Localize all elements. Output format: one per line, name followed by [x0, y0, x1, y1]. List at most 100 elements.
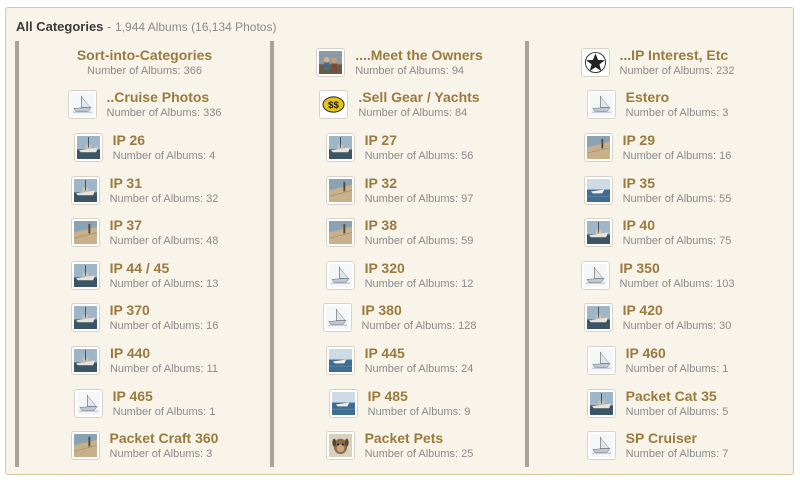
boat-photo-thumbnail[interactable]: [583, 303, 613, 333]
deck-photo-thumbnail[interactable]: [70, 218, 100, 248]
boat-drawing-thumbnail[interactable]: [586, 431, 616, 461]
deck-photo-thumbnail[interactable]: [325, 175, 355, 205]
category-item-ip-460: IP 460 Number of Albums: 1: [525, 339, 786, 382]
category-link[interactable]: IP 465: [113, 389, 216, 403]
category-link[interactable]: IP 350: [620, 261, 735, 275]
album-count-label: Number of Albums:: [625, 448, 720, 461]
category-item-content: Packet Pets Number of Albums: 25: [325, 431, 474, 461]
category-item-content: IP 29 Number of Albums: 16: [583, 132, 732, 162]
people-photo-thumbnail[interactable]: [316, 47, 346, 77]
boat-drawing-thumbnail[interactable]: [322, 303, 352, 333]
album-count-value: 48: [206, 235, 219, 248]
category-link[interactable]: Packet Cat 35: [626, 389, 729, 403]
category-link[interactable]: ...IP Interest, Etc: [620, 48, 735, 62]
album-count: Number of Albums: 5: [626, 406, 729, 418]
category-link[interactable]: IP 27: [365, 133, 474, 147]
category-link[interactable]: IP 320: [365, 261, 474, 275]
category-link[interactable]: IP 420: [623, 303, 732, 317]
category-text: IP 37 Number of Albums: 48: [110, 218, 219, 247]
category-link[interactable]: IP 370: [110, 303, 219, 317]
boat-photo-thumbnail[interactable]: [586, 388, 616, 418]
water-photo-thumbnail[interactable]: [328, 388, 358, 418]
category-link[interactable]: IP 44 / 45: [110, 261, 219, 275]
album-count-label: Number of Albums:: [109, 192, 204, 205]
album-count: Number of Albums: 4: [113, 149, 216, 162]
boat-drawing-thumbnail[interactable]: [73, 388, 103, 418]
album-count: Number of Albums: 13: [110, 278, 219, 290]
category-link[interactable]: Sort-into-Categories: [77, 48, 212, 62]
category-text: IP 485 Number of Albums: 9: [368, 389, 471, 418]
boat-drawing-thumbnail[interactable]: [580, 260, 610, 290]
category-link[interactable]: Packet Pets: [365, 431, 474, 445]
header-summary: 1,944 Albums (16,134 Photos): [115, 20, 277, 34]
category-text: IP 44 / 45 Number of Albums: 13: [110, 261, 219, 290]
category-link[interactable]: IP 460: [626, 346, 729, 360]
category-link[interactable]: IP 380: [362, 303, 477, 317]
category-text: IP 32 Number of Albums: 97: [365, 176, 474, 205]
album-count-value: 3: [206, 448, 213, 461]
album-count-label: Number of Albums:: [364, 362, 459, 375]
category-text: Packet Cat 35 Number of Albums: 5: [626, 389, 729, 418]
category-link[interactable]: IP 440: [110, 346, 218, 360]
category-text: Estero Number of Albums: 3: [626, 90, 729, 119]
category-item-content: IP 485 Number of Albums: 9: [328, 388, 471, 418]
boat-photo-thumbnail[interactable]: [73, 132, 103, 162]
boat-photo-thumbnail[interactable]: [70, 260, 100, 290]
album-count-value: 4: [209, 149, 216, 162]
boat-photo-thumbnail[interactable]: [325, 132, 355, 162]
album-count: Number of Albums: 232: [620, 65, 735, 77]
album-count: Number of Albums: 11: [110, 363, 218, 375]
deck-photo-thumbnail[interactable]: [583, 132, 613, 162]
category-link[interactable]: IP 29: [623, 133, 732, 147]
category-link[interactable]: IP 485: [368, 389, 471, 403]
category-item-content: ..Cruise Photos Number of Albums: 336: [67, 90, 222, 120]
boat-photo-thumbnail[interactable]: [70, 175, 100, 205]
category-link[interactable]: IP 40: [623, 218, 732, 232]
star-icon[interactable]: [580, 47, 610, 77]
album-count: Number of Albums: 32: [109, 192, 219, 205]
boat-drawing-thumbnail[interactable]: [586, 90, 616, 120]
deck-photo-thumbnail[interactable]: [70, 431, 100, 461]
category-link[interactable]: ..Cruise Photos: [107, 90, 222, 104]
category-link[interactable]: Packet Craft 360: [110, 431, 219, 445]
category-link[interactable]: IP 31: [110, 176, 219, 190]
category-item-ip-31: IP 31 Number of Albums: 32: [15, 168, 270, 212]
category-link[interactable]: IP 35: [623, 176, 732, 190]
boat-drawing-thumbnail[interactable]: [325, 260, 355, 290]
pet-photo-thumbnail[interactable]: [325, 431, 355, 461]
water-photo-thumbnail[interactable]: [583, 175, 613, 205]
category-link[interactable]: IP 445: [365, 346, 474, 360]
deck-photo-thumbnail[interactable]: [325, 218, 355, 248]
album-count: Number of Albums: 128: [362, 321, 477, 332]
boat-photo-thumbnail[interactable]: [70, 345, 100, 375]
boat-photo-thumbnail[interactable]: [70, 303, 100, 333]
album-count: Number of Albums: 366: [87, 65, 202, 77]
album-count-value: 59: [461, 235, 474, 248]
category-link[interactable]: .Sell Gear / Yachts: [358, 90, 479, 104]
dollar-icon[interactable]: $$: [319, 90, 349, 120]
category-link[interactable]: ....Meet the Owners: [355, 48, 483, 62]
category-link[interactable]: IP 37: [110, 218, 219, 232]
category-link[interactable]: IP 32: [365, 176, 474, 190]
album-count-label: Number of Albums:: [625, 362, 720, 375]
album-count: Number of Albums: 55: [623, 193, 732, 205]
category-link[interactable]: SP Cruiser: [626, 431, 729, 445]
album-count: Number of Albums: 94: [355, 65, 483, 77]
album-count-label: Number of Albums:: [364, 192, 459, 205]
category-link[interactable]: Estero: [626, 90, 729, 104]
album-count-value: 56: [461, 149, 474, 162]
category-item-sort-into-categories: Sort-into-Categories Number of Albums: 36…: [15, 41, 270, 84]
album-count-value: 336: [203, 107, 222, 120]
category-link[interactable]: IP 38: [365, 218, 474, 232]
category-item-cruise-photos: ..Cruise Photos Number of Albums: 336: [15, 83, 270, 127]
album-count: Number of Albums: 84: [358, 108, 479, 119]
boat-drawing-thumbnail[interactable]: [67, 90, 97, 120]
water-photo-thumbnail[interactable]: [325, 345, 355, 375]
boat-photo-thumbnail[interactable]: [583, 218, 613, 248]
album-count: Number of Albums: 3: [626, 108, 729, 119]
category-item-meet-the-owners: ....Meet the Owners Number of Albums: 94: [270, 41, 525, 84]
category-item-ip-445: IP 445 Number of Albums: 24: [270, 339, 525, 382]
boat-drawing-thumbnail[interactable]: [586, 345, 616, 375]
category-link[interactable]: IP 26: [113, 133, 216, 147]
album-count: Number of Albums: 12: [365, 278, 474, 290]
